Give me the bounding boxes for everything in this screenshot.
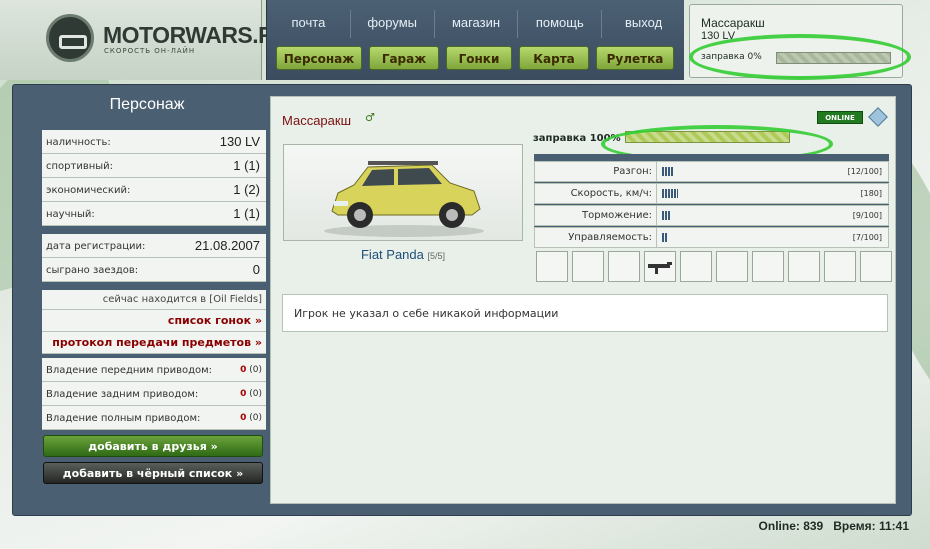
car-image [283,144,523,241]
stat-label: Торможение: [535,206,657,225]
stat-value: [9/100] [852,211,882,220]
stat-value: [7/100] [852,233,882,242]
race-list-link[interactable]: список гонок » [42,310,266,332]
stat-label: наличность: [46,137,111,148]
stat-row-cash: наличность: 130 LV [42,130,266,154]
stat-value: [180] [860,189,882,198]
logo-text: MOTORWARS.RU [103,22,291,48]
item-slot[interactable] [572,251,604,282]
stat-bar [662,167,673,176]
main-tabs: Персонаж Гараж Гонки Карта Рулетка [276,46,674,70]
item-slot[interactable] [716,251,748,282]
stat-speed: Скорость, км/ч: [180] [534,183,889,204]
stat-label: Скорость, км/ч: [535,184,657,203]
stat-label: сыграно заездов: [46,265,139,276]
drive-value: 0 (0) [240,365,262,375]
stat-row-science: научный: 1 (1) [42,202,266,226]
stat-value: 0 [252,262,260,277]
stat-accel: Разгон: [12/100] [534,161,889,182]
male-icon: ♂ [365,111,375,124]
server-time: Время: 11:41 [833,519,909,533]
character-sidebar: Персонаж наличность: 130 LV спортивный: 1 … [28,92,266,500]
drive-label: Владение задним приводом: [46,389,199,400]
drive-value: 0 (0) [240,413,262,423]
player-about: Игрок не указал о себе никакой информаци… [282,294,888,332]
item-slot[interactable] [608,251,640,282]
stat-bar [662,233,668,242]
drive-row-front: Владение передним приводом: 0 (0) [42,358,266,382]
stat-label: Разгон: [535,162,657,181]
stat-handling: Управляемость: [7/100] [534,227,889,248]
nav-help[interactable]: помощь [518,10,603,38]
site-logo[interactable]: MOTORWARS.RU СКОРОСТЬ ОН-ЛАЙН [0,0,291,80]
tab-races[interactable]: Гонки [446,46,512,70]
nav-forums[interactable]: форумы [351,10,435,38]
drive-value: 0 (0) [240,389,262,399]
stat-label: научный: [46,209,95,220]
sidebar-title: Персонаж [109,96,185,113]
gun-icon [648,262,672,274]
stat-value: 1 (1) [233,158,260,173]
user-name[interactable]: Массаракш [701,16,765,30]
logo-mark-icon [46,14,94,62]
item-slots [536,251,892,282]
stat-row-registration: дата регистрации: 21.08.2007 [42,234,266,258]
status-footer: Online: 839 Время: 11:41 [759,519,909,533]
logo-subtitle: СКОРОСТЬ ОН-ЛАЙН [104,47,196,55]
stat-label: спортивный: [46,161,114,172]
stat-label: дата регистрации: [46,241,146,252]
stat-row-races-played: сыграно заездов: 0 [42,258,266,282]
nav-shop[interactable]: магазин [435,10,519,38]
nav-logout[interactable]: выход [602,10,685,38]
sidebar-body: наличность: 130 LV спортивный: 1 (1) эконо… [42,130,266,430]
stat-value: 130 LV [219,134,260,149]
player-name: Массаракш [282,113,352,128]
stat-value: 1 (1) [233,206,260,221]
stat-label: Управляемость: [535,228,657,247]
profile-content: Массаракш ♂ ONLINE Fiat Panda [5/5] запр… [270,96,896,504]
tab-map[interactable]: Карта [519,46,589,70]
stat-value: 21.08.2007 [194,238,260,253]
car-name[interactable]: Fiat Panda [5/5] [283,247,523,262]
transfer-log-link[interactable]: протокол передачи предметов » [42,332,266,354]
item-slot[interactable] [788,251,820,282]
car-stats: Разгон: [12/100] Скорость, км/ч: [180] Тор… [534,154,889,248]
stat-bar [662,211,670,220]
item-slot-weapon[interactable] [644,251,676,282]
drive-row-rear: Владение задним приводом: 0 (0) [42,382,266,406]
drive-row-awd: Владение полным приводом: 0 (0) [42,406,266,430]
stat-value: [12/100] [847,167,882,176]
add-blacklist-button[interactable]: добавить в чёрный список » [43,462,263,484]
nav-mail[interactable]: почта [267,10,351,38]
stat-row-sport: спортивный: 1 (1) [42,154,266,178]
top-links: почта форумы магазин помощь выход [267,10,685,38]
stat-row-economic: экономический: 1 (2) [42,178,266,202]
item-slot[interactable] [860,251,892,282]
drive-label: Владение передним приводом: [46,365,213,376]
stat-braking: Торможение: [9/100] [534,205,889,226]
stat-label: экономический: [46,185,131,196]
stat-value: 1 (2) [233,182,260,197]
online-count: Online: 839 [758,519,824,533]
highlight-circle-top [689,34,911,80]
tab-character[interactable]: Персонаж [276,46,362,70]
drive-label: Владение полным приводом: [46,413,201,424]
online-badge: ONLINE [817,111,863,124]
location-text[interactable]: сейчас находится в [Oil Fields] [42,290,266,310]
item-slot[interactable] [752,251,784,282]
item-slot[interactable] [824,251,856,282]
diamond-icon[interactable] [868,107,888,127]
add-friend-button[interactable]: добавить в друзья » [43,435,263,457]
tab-roulette[interactable]: Рулетка [596,46,674,70]
item-slot[interactable] [680,251,712,282]
item-slot[interactable] [536,251,568,282]
top-navigation: почта форумы магазин помощь выход Персон… [266,0,684,80]
stat-bar [662,189,678,198]
tab-garage[interactable]: Гараж [369,46,439,70]
car-grade: [5/5] [427,251,445,261]
